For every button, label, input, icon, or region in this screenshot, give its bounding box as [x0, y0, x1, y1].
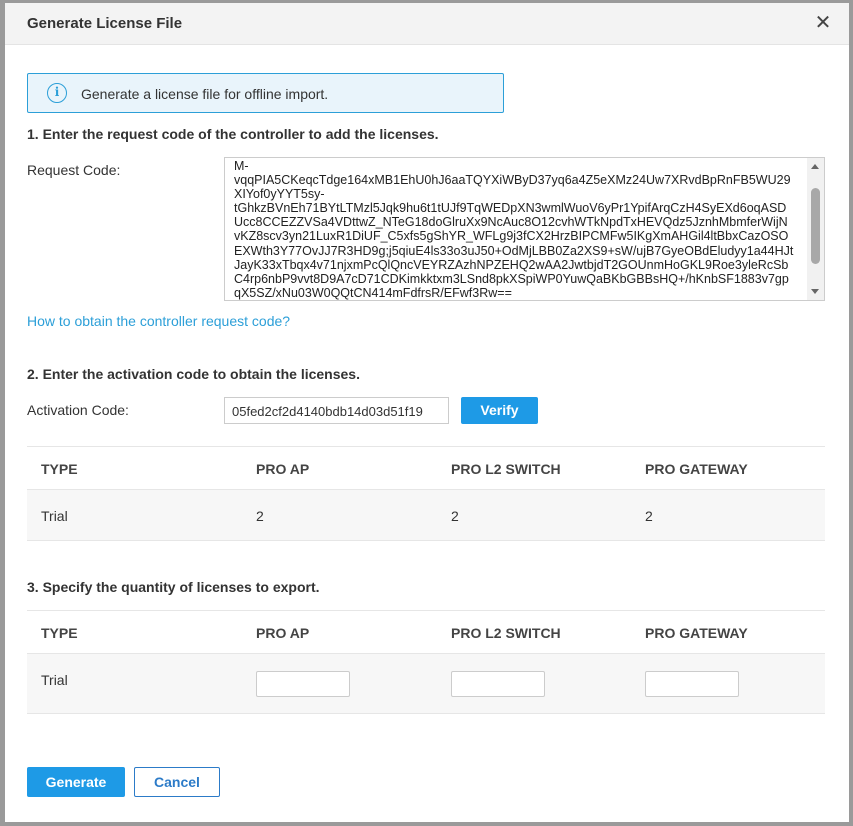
column-header-pro-ap: PRO AP: [256, 461, 310, 477]
column-header-pro-l2-switch: PRO L2 SWITCH: [451, 461, 561, 477]
request-code-textarea[interactable]: M- vqqPIA5CKeqcTdge164xMB1EhU0hJ6aaTQYXi…: [224, 157, 825, 301]
cancel-button[interactable]: Cancel: [134, 767, 220, 797]
verify-button[interactable]: Verify: [461, 397, 538, 424]
column-header-pro-gateway: PRO GATEWAY: [645, 625, 748, 641]
activation-code-input[interactable]: 05fed2cf2d4140bdb14d03d51f19: [224, 397, 449, 424]
cell-pro-ap: 2: [256, 508, 264, 524]
step3-title: 3. Specify the quantity of licenses to e…: [27, 579, 320, 595]
column-header-type: TYPE: [41, 625, 78, 641]
info-text: Generate a license file for offline impo…: [81, 86, 329, 102]
column-header-pro-ap: PRO AP: [256, 625, 310, 641]
step2-title: 2. Enter the activation code to obtain t…: [27, 366, 360, 382]
table-header-row: TYPE PRO AP PRO L2 SWITCH PRO GATEWAY: [27, 610, 825, 653]
cell-pro-l2-switch: 2: [451, 508, 459, 524]
request-code-help-link[interactable]: How to obtain the controller request cod…: [27, 313, 290, 329]
request-code-scrollbar[interactable]: [807, 158, 824, 300]
pro-l2-switch-quantity-input[interactable]: [451, 671, 545, 697]
column-header-pro-l2-switch: PRO L2 SWITCH: [451, 625, 561, 641]
pro-gateway-quantity-input[interactable]: [645, 671, 739, 697]
request-code-text: M- vqqPIA5CKeqcTdge164xMB1EhU0hJ6aaTQYXi…: [234, 159, 794, 300]
step1-title: 1. Enter the request code of the control…: [27, 126, 439, 142]
column-header-type: TYPE: [41, 461, 78, 477]
scroll-thumb[interactable]: [811, 188, 820, 264]
generate-license-dialog: Generate License File ✕ i Generate a lic…: [5, 3, 849, 822]
generate-button[interactable]: Generate: [27, 767, 125, 797]
dialog-title: Generate License File: [27, 15, 183, 32]
cell-type: Trial: [41, 672, 68, 688]
request-code-label: Request Code:: [27, 162, 121, 178]
cell-pro-gateway: 2: [645, 508, 653, 524]
dialog-header: Generate License File ✕: [5, 3, 849, 45]
table-header-row: TYPE PRO AP PRO L2 SWITCH PRO GATEWAY: [27, 446, 825, 489]
pro-ap-quantity-input[interactable]: [256, 671, 350, 697]
activation-code-label: Activation Code:: [27, 402, 129, 418]
close-icon[interactable]: ✕: [813, 13, 833, 33]
cell-type: Trial: [41, 508, 68, 524]
table-row: Trial: [27, 653, 825, 714]
column-header-pro-gateway: PRO GATEWAY: [645, 461, 748, 477]
table-row: Trial 2 2 2: [27, 489, 825, 541]
scroll-up-icon[interactable]: [811, 164, 819, 169]
info-banner: i Generate a license file for offline im…: [27, 73, 504, 113]
scroll-down-icon[interactable]: [811, 289, 819, 294]
info-icon: i: [47, 83, 67, 103]
